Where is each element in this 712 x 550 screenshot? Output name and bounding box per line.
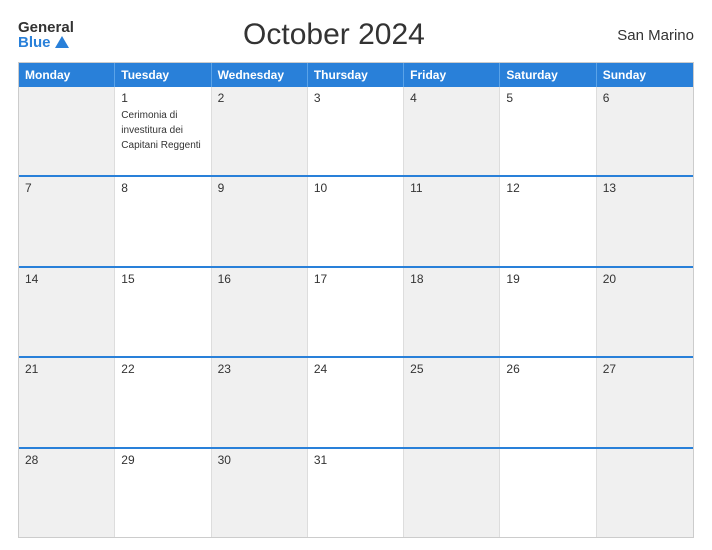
day-number: 18 [410,272,493,286]
day-cell: 11 [404,177,500,265]
day-cell [404,449,500,537]
month-title: October 2024 [74,18,594,52]
logo-triangle-icon [55,36,69,48]
day-cell [597,449,693,537]
day-number: 30 [218,453,301,467]
day-cell: 9 [212,177,308,265]
day-cell: 23 [212,358,308,446]
day-cell: 26 [500,358,596,446]
day-number: 3 [314,91,397,105]
day-cell: 19 [500,268,596,356]
day-cell: 4 [404,87,500,175]
day-cell: 7 [19,177,115,265]
event-text: Cerimonia di investitura dei Capitani Re… [121,110,201,151]
day-cell: 22 [115,358,211,446]
header-monday: Monday [19,63,115,87]
day-number: 19 [506,272,589,286]
week-row-5: 28 29 30 31 [19,449,693,537]
day-number: 4 [410,91,493,105]
day-cell: 15 [115,268,211,356]
day-number: 12 [506,181,589,195]
header: General Blue October 2024 San Marino [18,18,694,52]
day-number: 13 [603,181,687,195]
day-number: 24 [314,362,397,376]
day-number: 16 [218,272,301,286]
day-cell [19,87,115,175]
day-cell: 30 [212,449,308,537]
day-cell: 31 [308,449,404,537]
header-friday: Friday [404,63,500,87]
header-tuesday: Tuesday [115,63,211,87]
day-number: 20 [603,272,687,286]
day-cell: 8 [115,177,211,265]
day-number: 26 [506,362,589,376]
day-cell: 14 [19,268,115,356]
day-number: 10 [314,181,397,195]
day-cell: 21 [19,358,115,446]
calendar-body: 1 Cerimonia di investitura dei Capitani … [19,87,693,537]
header-thursday: Thursday [308,63,404,87]
day-cell: 28 [19,449,115,537]
day-cell: 17 [308,268,404,356]
day-cell: 5 [500,87,596,175]
day-cell: 10 [308,177,404,265]
logo: General Blue [18,20,74,50]
country-name: San Marino [594,27,694,44]
day-number: 5 [506,91,589,105]
calendar: Monday Tuesday Wednesday Thursday Friday… [18,62,694,538]
day-cell: 13 [597,177,693,265]
day-cell: 18 [404,268,500,356]
logo-blue-text: Blue [18,35,51,50]
day-cell: 20 [597,268,693,356]
day-cell: 6 [597,87,693,175]
logo-general-text: General [18,20,74,35]
day-number: 29 [121,453,204,467]
day-cell: 12 [500,177,596,265]
day-number: 27 [603,362,687,376]
day-number: 25 [410,362,493,376]
day-cell: 27 [597,358,693,446]
day-number: 2 [218,91,301,105]
day-number: 8 [121,181,204,195]
week-row-2: 7 8 9 10 11 12 13 [19,177,693,267]
week-row-3: 14 15 16 17 18 19 20 [19,268,693,358]
day-number: 17 [314,272,397,286]
header-saturday: Saturday [500,63,596,87]
day-cell: 24 [308,358,404,446]
day-number: 15 [121,272,204,286]
day-cell: 2 [212,87,308,175]
day-number: 23 [218,362,301,376]
day-number: 28 [25,453,108,467]
day-number: 14 [25,272,108,286]
day-number: 6 [603,91,687,105]
day-number: 31 [314,453,397,467]
day-cell: 16 [212,268,308,356]
day-number: 22 [121,362,204,376]
day-cell: 1 Cerimonia di investitura dei Capitani … [115,87,211,175]
day-number: 7 [25,181,108,195]
day-number: 1 [121,91,204,105]
calendar-header: Monday Tuesday Wednesday Thursday Friday… [19,63,693,87]
day-cell: 25 [404,358,500,446]
day-cell [500,449,596,537]
header-sunday: Sunday [597,63,693,87]
day-number: 9 [218,181,301,195]
header-wednesday: Wednesday [212,63,308,87]
day-number: 11 [410,181,493,195]
day-number: 21 [25,362,108,376]
calendar-page: General Blue October 2024 San Marino Mon… [0,0,712,550]
week-row-1: 1 Cerimonia di investitura dei Capitani … [19,87,693,177]
week-row-4: 21 22 23 24 25 26 27 [19,358,693,448]
day-cell: 29 [115,449,211,537]
day-cell: 3 [308,87,404,175]
